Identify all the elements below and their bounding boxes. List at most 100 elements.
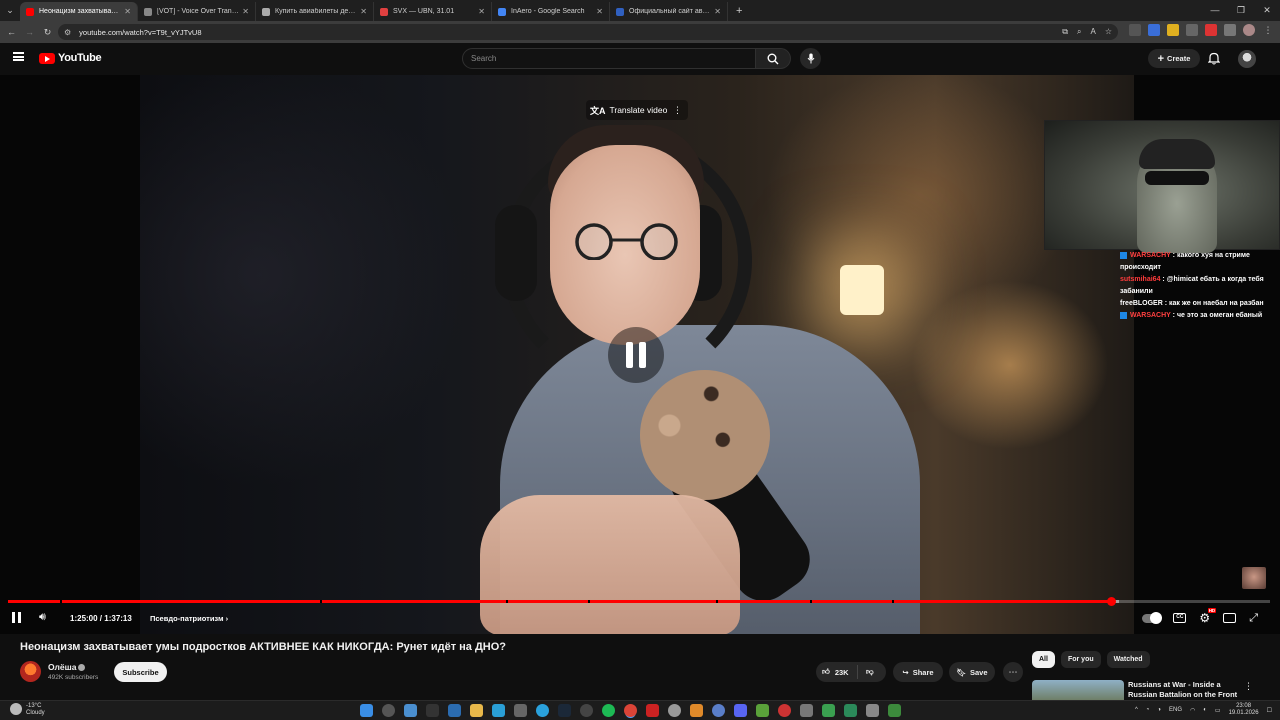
discord-icon[interactable]	[734, 704, 747, 717]
menu-icon[interactable]	[13, 52, 24, 61]
app-icon[interactable]	[866, 704, 879, 717]
browser-tab[interactable]: SVX — UBN, 31.01 ✕	[374, 2, 492, 21]
extension-icon[interactable]	[1205, 24, 1217, 36]
translate-video-button[interactable]: 文A Translate video ⋮	[586, 100, 688, 120]
pause-button[interactable]	[12, 612, 21, 623]
app-icon[interactable]	[492, 704, 505, 717]
taskbar-search-icon[interactable]	[382, 704, 395, 717]
voice-search-button[interactable]	[800, 48, 821, 69]
spotify-icon[interactable]	[602, 704, 615, 717]
recommended-more-icon[interactable]: ⋮	[1244, 681, 1253, 692]
clock[interactable]: 23:08 19.01.2026	[1229, 703, 1259, 717]
chrome-icon[interactable]	[624, 704, 637, 717]
battery-icon[interactable]: ▭	[1215, 707, 1221, 714]
extension-icon[interactable]	[1129, 24, 1141, 36]
new-tab-button[interactable]: +	[728, 2, 750, 21]
app-icon[interactable]	[822, 704, 835, 717]
volume-tray-icon[interactable]: ◑	[1157, 707, 1161, 713]
share-button[interactable]: ↪ Share	[893, 662, 943, 682]
install-icon[interactable]: ⧉	[1062, 27, 1068, 37]
address-bar[interactable]: ⚙ youtube.com/watch?v=T9t_vYJTvU8 ⧉ ⌕ A …	[58, 24, 1118, 40]
app-icon[interactable]	[646, 704, 659, 717]
extension-icon[interactable]	[1186, 24, 1198, 36]
channel-avatar[interactable]	[20, 661, 41, 682]
autoplay-toggle[interactable]	[1142, 611, 1163, 624]
tab-close-icon[interactable]: ✕	[714, 7, 721, 16]
recommended-video-title[interactable]: Russians at War - Inside a Russian Batta…	[1128, 680, 1238, 700]
tab-close-icon[interactable]: ✕	[596, 7, 603, 16]
tray-overflow-icon[interactable]: ^	[1135, 707, 1138, 713]
reload-icon[interactable]: ↻	[41, 27, 54, 38]
profile-avatar-icon[interactable]	[1243, 24, 1255, 36]
extension-icon[interactable]	[1167, 24, 1179, 36]
browser-tab[interactable]: InAero - Google Search ✕	[492, 2, 610, 21]
create-button[interactable]: + Create	[1148, 49, 1200, 68]
app-icon[interactable]	[844, 704, 857, 717]
subtitles-icon[interactable]: CC	[1173, 613, 1187, 623]
volume-icon[interactable]: 🔊︎	[39, 611, 46, 624]
youtube-logo[interactable]: YouTube	[39, 52, 102, 64]
chip-all[interactable]: All	[1032, 651, 1055, 668]
network-icon[interactable]: ◔	[1146, 707, 1150, 713]
app-icon[interactable]	[668, 704, 681, 717]
browser-menu-icon[interactable]: ⋮	[1262, 24, 1274, 36]
video-player[interactable]: 文A Translate video ⋮ WARSACHY : какого х…	[0, 75, 1280, 634]
close-window-icon[interactable]: ✕	[1254, 0, 1280, 21]
windows-start-icon[interactable]	[360, 704, 373, 717]
search-input[interactable]: Search	[462, 48, 756, 69]
translate-page-icon[interactable]: A	[1090, 27, 1095, 37]
speaker-icon[interactable]: ◐	[1203, 707, 1207, 713]
save-button[interactable]: 🔖︎ Save	[949, 662, 995, 682]
settings-gear-icon[interactable]: ⚙ HD	[1199, 608, 1217, 625]
theater-mode-icon[interactable]	[1223, 613, 1237, 623]
app-icon[interactable]	[800, 704, 813, 717]
app-icon[interactable]	[778, 704, 791, 717]
dislike-button[interactable]: 👎︎	[858, 667, 874, 677]
zoom-icon[interactable]: ⌕	[1077, 27, 1081, 37]
tab-search-icon[interactable]: ⌄	[0, 0, 20, 21]
notifications-button[interactable]	[1207, 52, 1221, 70]
site-info-icon[interactable]: ⚙	[64, 28, 71, 37]
search-button[interactable]	[756, 48, 791, 69]
tab-close-icon[interactable]: ✕	[478, 7, 485, 16]
chapter-button[interactable]: Псевдо-патриотизм ›	[150, 614, 228, 623]
fullscreen-icon[interactable]: ⤢	[1249, 612, 1258, 625]
chip-for-you[interactable]: For you	[1060, 651, 1101, 668]
recommended-video-thumbnail[interactable]	[1032, 680, 1124, 700]
chatgpt-icon[interactable]	[580, 704, 593, 717]
app-icon[interactable]	[514, 704, 527, 717]
app-icon[interactable]	[690, 704, 703, 717]
minimize-icon[interactable]: —	[1202, 0, 1228, 21]
chip-watched[interactable]: Watched	[1106, 651, 1150, 668]
notification-center-icon[interactable]: ☐	[1267, 707, 1272, 714]
app-icon[interactable]	[426, 704, 439, 717]
app-icon[interactable]	[448, 704, 461, 717]
user-avatar[interactable]	[1238, 50, 1256, 68]
bookmark-star-icon[interactable]: ☆	[1105, 27, 1112, 37]
more-actions-button[interactable]: ⋯	[1003, 662, 1023, 682]
subscribe-button[interactable]: Subscribe	[114, 662, 167, 682]
widgets-icon[interactable]	[404, 704, 417, 717]
tab-close-icon[interactable]: ✕	[360, 7, 367, 16]
tab-close-icon[interactable]: ✕	[124, 7, 131, 16]
browser-tab[interactable]: [VOT] - Voice Over Translation✕	[138, 2, 256, 21]
app-icon[interactable]	[888, 704, 901, 717]
browser-tab[interactable]: Официальный сайт авиакомп✕	[610, 2, 728, 21]
scrubber-handle[interactable]	[1106, 597, 1116, 606]
file-explorer-icon[interactable]	[470, 704, 483, 717]
extension-icon[interactable]	[1148, 24, 1160, 36]
channel-name[interactable]: Олёша	[48, 662, 86, 672]
progress-bar[interactable]	[8, 597, 1270, 606]
language-indicator[interactable]: ENG	[1169, 707, 1182, 713]
like-button[interactable]: 👍︎ 23K	[816, 665, 858, 679]
extensions-puzzle-icon[interactable]	[1224, 24, 1236, 36]
steam-icon[interactable]	[558, 704, 571, 717]
minecraft-icon[interactable]	[756, 704, 769, 717]
telegram-icon[interactable]	[536, 704, 549, 717]
weather-widget[interactable]: -13°C Cloudy	[10, 703, 45, 717]
maximize-icon[interactable]: ❐	[1228, 0, 1254, 21]
center-pause-button[interactable]	[608, 327, 664, 383]
tab-close-icon[interactable]: ✕	[242, 7, 249, 16]
translate-more-icon[interactable]: ⋮	[673, 105, 682, 116]
back-icon[interactable]: ←	[5, 27, 18, 37]
